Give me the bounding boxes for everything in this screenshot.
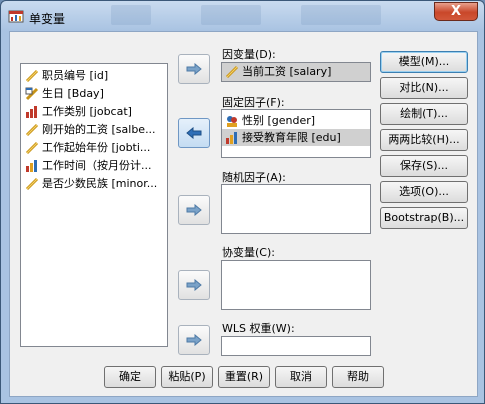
dialog-window: 单变量 X 职员编号 [id] 生日 [Bday] 工作类别 [jobcat] … [0, 0, 485, 404]
bar-icon [226, 131, 237, 144]
fixed-factor-label: 固定因子(F): [222, 96, 285, 109]
help-button[interactable]: 帮助 [332, 366, 384, 388]
options-button[interactable]: 选项(O)... [380, 181, 468, 203]
dependent-label: 因变量(D): [222, 48, 276, 61]
random-factor-label: 随机因子(A): [222, 171, 286, 184]
close-button[interactable]: X [434, 2, 478, 21]
bar-icon [26, 106, 37, 118]
arrow-right-icon [186, 334, 202, 346]
arrow-right-icon [186, 63, 202, 75]
ruler-icon [25, 141, 39, 155]
ruler-icon [25, 69, 39, 83]
cancel-button[interactable]: 取消 [275, 366, 327, 388]
ruler-icon [225, 65, 239, 78]
source-variable-list[interactable]: 职员编号 [id] 生日 [Bday] 工作类别 [jobcat] 刚开始的工资… [20, 63, 168, 347]
ruler-icon [25, 177, 39, 191]
paste-button[interactable]: 粘贴(P) [161, 366, 213, 388]
variable-item[interactable]: 工作时间（按月份计... [21, 157, 167, 175]
background-ghost [111, 5, 151, 25]
variable-item[interactable]: 职员编号 [id] [21, 67, 167, 85]
move-fixed-factor-button[interactable] [178, 118, 210, 148]
fixed-factor-list[interactable]: 性别 [gender] 接受教育年限 [edu] [221, 109, 371, 158]
variable-item[interactable]: 生日 [Bday] [21, 85, 167, 103]
variable-item[interactable]: 工作类别 [jobcat] [21, 103, 167, 121]
move-random-factor-button[interactable] [178, 195, 210, 225]
date-icon [25, 87, 39, 101]
arrow-left-icon [186, 127, 202, 139]
model-button[interactable]: 模型(M)... [380, 51, 468, 73]
dialog-body: 职员编号 [id] 生日 [Bday] 工作类别 [jobcat] 刚开始的工资… [9, 31, 478, 397]
variable-item[interactable]: 工作起始年份 [jobti... [21, 139, 167, 157]
move-wls-weight-button[interactable] [178, 325, 210, 355]
move-dependent-button[interactable] [178, 54, 210, 84]
ok-button[interactable]: 确定 [104, 366, 156, 388]
wls-weight-label: WLS 权重(W): [222, 322, 295, 335]
reset-button[interactable]: 重置(R) [218, 366, 270, 388]
background-ghost [301, 5, 381, 25]
app-icon [8, 10, 24, 23]
covariate-list[interactable] [221, 260, 371, 310]
covariate-label: 协变量(C): [222, 246, 275, 259]
contrasts-button[interactable]: 对比(N)... [380, 77, 468, 99]
title-bar[interactable]: 单变量 X [1, 1, 484, 31]
post-hoc-button[interactable]: 两两比较(H)... [380, 129, 468, 151]
window-title: 单变量 [29, 12, 66, 26]
variable-item[interactable]: 是否少数民族 [minor... [21, 175, 167, 193]
save-button[interactable]: 保存(S)... [380, 155, 468, 177]
wls-weight-field[interactable] [221, 336, 371, 356]
random-factor-list[interactable] [221, 184, 371, 234]
gender-icon [227, 115, 237, 127]
background-ghost [201, 5, 261, 25]
dependent-variable-field[interactable]: 当前工资 [salary] [221, 62, 371, 82]
plots-button[interactable]: 绘制(T)... [380, 103, 468, 125]
dependent-variable-item[interactable]: 当前工资 [salary] [222, 63, 370, 80]
move-covariate-button[interactable] [178, 270, 210, 300]
fixed-factor-item[interactable]: 接受教育年限 [edu] [222, 129, 370, 146]
arrow-right-icon [186, 204, 202, 216]
variable-item[interactable]: 刚开始的工资 [salbe... [21, 121, 167, 139]
arrow-right-icon [186, 279, 202, 291]
ruler-icon [25, 123, 39, 137]
fixed-factor-item[interactable]: 性别 [gender] [222, 112, 370, 129]
bar-icon [26, 160, 37, 172]
bootstrap-button[interactable]: Bootstrap(B)... [380, 207, 468, 229]
